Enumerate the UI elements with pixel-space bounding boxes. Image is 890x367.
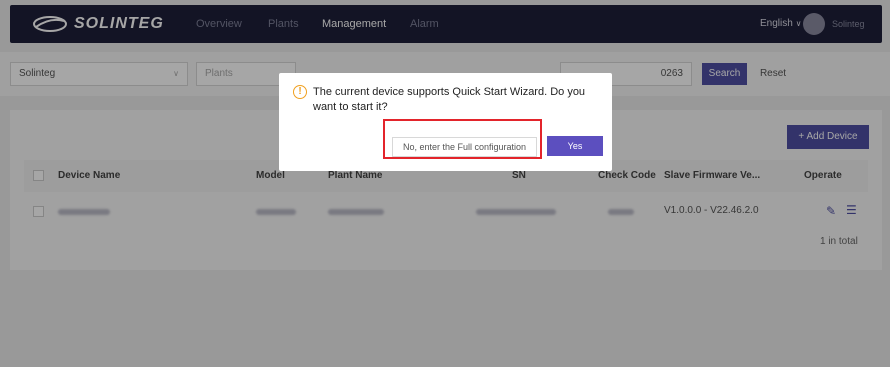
yes-button[interactable]: Yes	[547, 136, 603, 156]
warning-icon: !	[293, 85, 307, 99]
quick-start-dialog: ! The current device supports Quick Star…	[279, 73, 612, 171]
full-configuration-button[interactable]: No, enter the Full configuration	[392, 137, 537, 157]
modal-backdrop[interactable]	[0, 0, 890, 367]
dialog-message: The current device supports Quick Start …	[313, 86, 586, 113]
